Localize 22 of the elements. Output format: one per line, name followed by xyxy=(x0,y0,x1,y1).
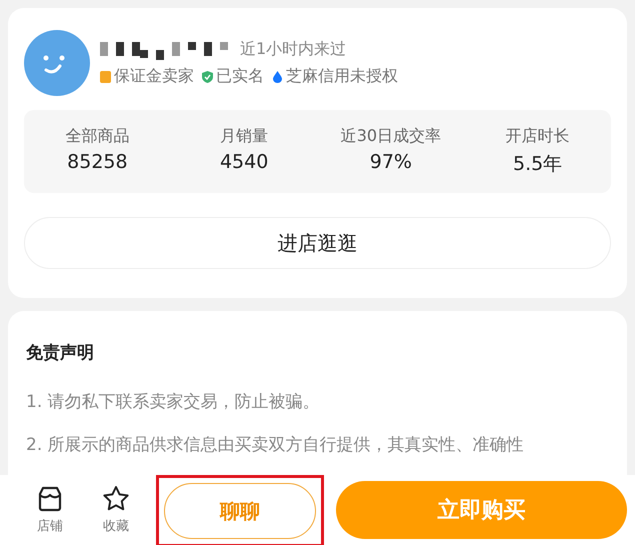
badge-label: 保证金卖家 xyxy=(114,66,194,87)
stat-label: 开店时长 xyxy=(506,126,570,147)
stat-value: 97% xyxy=(370,151,412,173)
badge-label: 已实名 xyxy=(216,66,264,87)
stat-value: 85258 xyxy=(67,151,128,173)
stat-value: 5.5年 xyxy=(513,152,562,177)
stat-value: 4540 xyxy=(220,151,268,173)
visit-shop-button[interactable]: 进店逛逛 xyxy=(24,217,611,269)
last-seen-text: 近1小时内来过 xyxy=(240,39,346,60)
stat-label: 全部商品 xyxy=(65,126,130,147)
stat-label: 近30日成交率 xyxy=(340,126,442,147)
avatar[interactable] xyxy=(24,30,90,96)
disclaimer-item: 1. 请勿私下联系卖家交易，防止被骗。 xyxy=(26,391,321,413)
disclaimer-title: 免责声明 xyxy=(26,342,95,364)
chat-button[interactable]: 聊聊 xyxy=(164,483,316,539)
star-icon xyxy=(102,485,130,513)
badge-label: 芝麻信用未授权 xyxy=(286,66,398,87)
favorite-action[interactable]: 收藏 xyxy=(90,485,142,535)
store-action[interactable]: 店铺 xyxy=(24,485,76,535)
disclaimer-item: 2. 所展示的商品供求信息由买卖双方自行提供，其真实性、准确性 xyxy=(26,434,525,456)
stat-label: 月销量 xyxy=(220,126,268,147)
shop-icon xyxy=(36,485,64,513)
